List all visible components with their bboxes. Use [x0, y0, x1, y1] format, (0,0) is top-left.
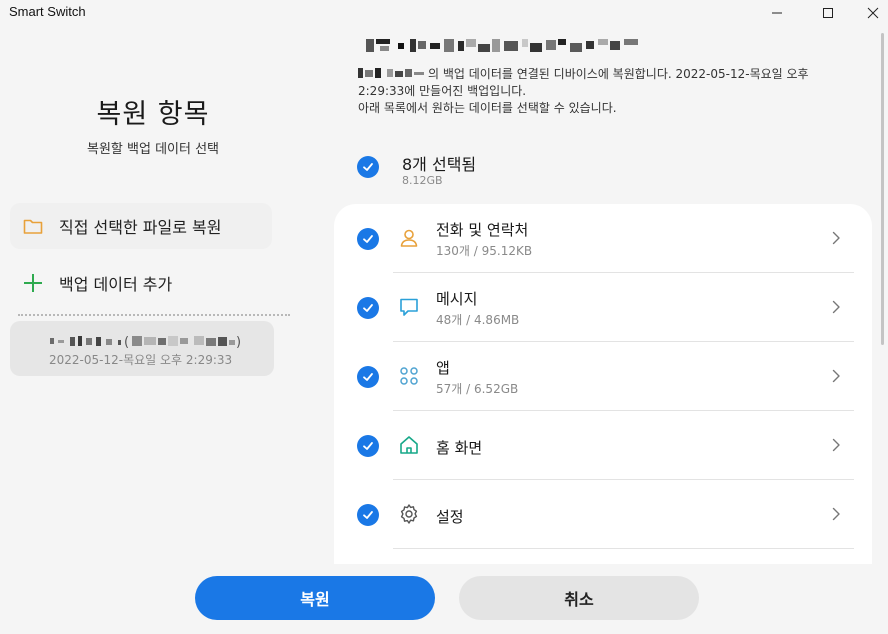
category-meta: 57개 / 6.52GB [436, 382, 519, 396]
chevron-right-icon [832, 369, 840, 383]
backup-list-item[interactable]: ( ) 2022-05-12-목요일 오후 2:29:33 [10, 321, 274, 376]
category-checkbox[interactable] [357, 435, 379, 457]
select-all-checkbox[interactable] [357, 156, 379, 178]
page-subtitle: 복원할 백업 데이터 선택 [87, 142, 219, 157]
checkmark-icon [363, 304, 373, 312]
row-divider [393, 548, 854, 549]
page-title: 복원 항목 [96, 99, 210, 130]
title-bar: Smart Switch [0, 0, 888, 26]
maximize-button[interactable] [805, 0, 851, 26]
message-icon [400, 298, 418, 316]
category-checkbox[interactable] [357, 366, 379, 388]
gear-icon [400, 504, 418, 524]
add-backup-button[interactable]: 백업 데이터 추가 [10, 260, 272, 306]
svg-text:(: ( [124, 335, 129, 350]
checkmark-icon [363, 511, 373, 519]
minimize-button[interactable] [754, 0, 800, 26]
category-row-apps[interactable]: 앱 57개 / 6.52GB [334, 342, 872, 411]
description-line-1: 의 백업 데이터를 연결된 디바이스에 복원합니다. 2022-05-12-목요… [358, 66, 878, 83]
category-checkbox[interactable] [357, 297, 379, 319]
scrollbar[interactable] [881, 33, 884, 345]
checkmark-icon [363, 163, 373, 171]
checkmark-icon [363, 235, 373, 243]
category-name: 전화 및 연락처 [436, 221, 529, 239]
plus-icon [24, 274, 42, 292]
restore-button[interactable]: 복원 [195, 576, 435, 620]
category-name: 앱 [436, 359, 450, 377]
svg-text:): ) [236, 335, 241, 350]
selected-count: 8개 선택됨 [402, 155, 477, 174]
category-list: 전화 및 연락처 130개 / 95.12KB 메시지 48개 / 4.86MB… [334, 204, 872, 564]
category-name: 설정 [436, 508, 464, 526]
category-checkbox[interactable] [357, 504, 379, 526]
checkmark-icon [363, 442, 373, 450]
redacted-device-header [366, 39, 638, 52]
add-backup-label: 백업 데이터 추가 [59, 275, 173, 294]
chevron-right-icon [832, 300, 840, 314]
cancel-button[interactable]: 취소 [459, 576, 699, 620]
category-checkbox[interactable] [357, 228, 379, 250]
category-name: 홈 화면 [436, 439, 483, 457]
restore-from-files-button[interactable]: 직접 선택한 파일로 복원 [10, 203, 272, 249]
category-row-settings[interactable]: 설정 [334, 480, 872, 549]
app-title: Smart Switch [9, 4, 86, 19]
redacted-device-name: ( ) [50, 335, 241, 350]
close-icon [867, 7, 879, 19]
category-row-contacts[interactable]: 전화 및 연락처 130개 / 95.12KB [334, 204, 872, 273]
backup-date: 2022-05-12-목요일 오후 2:29:33 [49, 353, 233, 367]
restore-description: 의 백업 데이터를 연결된 디바이스에 복원합니다. 2022-05-12-목요… [358, 66, 878, 117]
description-line-2: 2:29:33에 만들어진 백업입니다. [358, 84, 527, 98]
person-icon [400, 229, 418, 247]
restore-from-files-label: 직접 선택한 파일로 복원 [59, 218, 222, 237]
home-icon [400, 436, 418, 454]
category-name: 메시지 [436, 290, 478, 308]
description-text-1: 의 백업 데이터를 연결된 디바이스에 복원합니다. 2022-05-12-목요… [428, 67, 809, 81]
maximize-icon [823, 8, 833, 18]
divider [18, 314, 290, 316]
folder-icon [23, 219, 43, 234]
chevron-right-icon [832, 231, 840, 245]
category-row-home-screen[interactable]: 홈 화면 [334, 411, 872, 480]
redacted-device-name [358, 68, 424, 78]
chevron-right-icon [832, 507, 840, 521]
selected-size: 8.12GB [402, 174, 443, 187]
category-row-messages[interactable]: 메시지 48개 / 4.86MB [334, 273, 872, 342]
chevron-right-icon [832, 438, 840, 452]
category-meta: 130개 / 95.12KB [436, 244, 533, 258]
category-meta: 48개 / 4.86MB [436, 313, 520, 327]
checkmark-icon [363, 373, 373, 381]
close-button[interactable] [850, 0, 888, 26]
minimize-icon [772, 12, 782, 14]
description-line-3: 아래 목록에서 원하는 데이터를 선택할 수 있습니다. [358, 101, 617, 115]
apps-icon [400, 367, 418, 385]
